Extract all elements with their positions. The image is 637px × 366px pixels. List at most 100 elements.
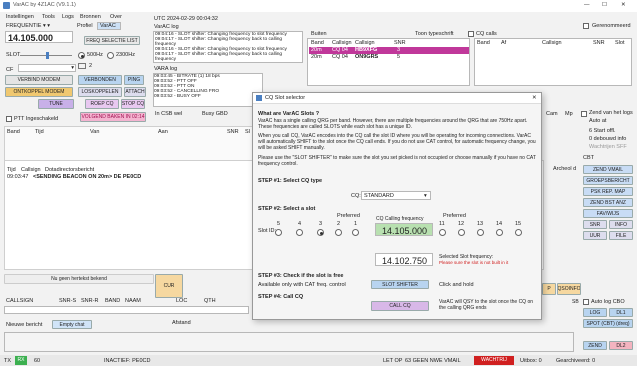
- utc-date: UTC 2024-02-29 00:04:32: [154, 16, 218, 22]
- nieuwe-bericht-label: Nieuwe bericht: [6, 322, 43, 328]
- freq-select-list-button[interactable]: FREQ SELECTIE LIST: [84, 36, 140, 45]
- step3-label: STEP #3: Check if the slot is free: [258, 273, 344, 279]
- geen-hertekst: Nu geen hertekst bekend: [4, 274, 154, 284]
- qso-input-row[interactable]: [4, 306, 249, 314]
- freq-label[interactable]: FREQUENTIE ▾ ▾: [6, 23, 50, 29]
- ptt-checkbox[interactable]: [6, 116, 12, 122]
- zend-button[interactable]: ZEND: [583, 341, 607, 350]
- menu-over[interactable]: Over: [110, 14, 122, 20]
- dl1-button[interactable]: DL1: [609, 308, 633, 317]
- close-button[interactable]: ✕: [621, 2, 626, 8]
- auto-log-checkbox[interactable]: [583, 299, 589, 305]
- zend-bst-button[interactable]: ZEND BST ANZ: [583, 198, 633, 207]
- menu-bronnen[interactable]: Bronnen: [80, 14, 101, 20]
- slot-slider[interactable]: [20, 52, 72, 59]
- profiel-label: Profiel: [77, 23, 93, 29]
- slot-shifter-button[interactable]: SLOT SHIFTER: [371, 280, 429, 289]
- auto-log-label: Auto log CBO: [591, 299, 625, 305]
- volgend-baken-button[interactable]: VOLGEND BAKEN IN 02:14: [80, 112, 146, 122]
- slot-radio-13[interactable]: [477, 229, 484, 236]
- ping-button[interactable]: PING: [124, 75, 144, 85]
- cf-label: CF: [6, 67, 14, 73]
- cam-label: Cam: [546, 111, 558, 117]
- psk-rep-map-button[interactable]: PSK REP. MAP: [583, 187, 633, 196]
- p-button[interactable]: P: [542, 283, 556, 295]
- gerenommeerd-label: Gerenommeerd: [592, 23, 631, 29]
- spot-button[interactable]: SPOT (CBT) (dreq): [583, 319, 633, 328]
- vara-log: 09:03:45 - BITRATE (1) 18 bps 09:03:52 -…: [153, 73, 263, 107]
- wachtrij-badge: WACHTRIJ: [474, 356, 514, 365]
- file-button[interactable]: FILE: [609, 231, 633, 240]
- varac-log: 09:04:16 - SLOT shifter: Changing freque…: [153, 31, 303, 63]
- zend-checkbox[interactable]: [581, 111, 587, 117]
- menu-logs[interactable]: Logs: [62, 14, 74, 20]
- bw-500-label: 500Hz: [87, 52, 103, 58]
- profiel-value: VarAC: [100, 23, 116, 29]
- tx-indicator: TX: [4, 358, 12, 364]
- slot-label: SLOT: [6, 52, 21, 58]
- verbind-modem-button[interactable]: VERBIND MODEM: [5, 75, 73, 85]
- dialog-close-icon[interactable]: ✕: [532, 95, 537, 101]
- rp-item[interactable]: 6 Start offl.: [589, 128, 616, 134]
- slot-radio-1[interactable]: [352, 229, 359, 236]
- tune-button[interactable]: TUNE: [38, 99, 74, 109]
- cq-calls-checkbox[interactable]: [468, 31, 474, 37]
- inbox-icon[interactable]: [78, 63, 86, 69]
- menu-instellingen[interactable]: Instellingen: [6, 14, 34, 20]
- call-cq-button[interactable]: CALL CQ: [371, 301, 429, 311]
- app-icon: [3, 2, 10, 9]
- bw-500-radio[interactable]: [78, 52, 85, 59]
- slot-radio-3[interactable]: [317, 229, 324, 236]
- preferred-right: Preferred: [443, 213, 466, 219]
- snr-button[interactable]: SNR: [583, 220, 607, 229]
- dl2-button[interactable]: DL2: [609, 341, 633, 350]
- maximize-button[interactable]: ☐: [602, 2, 607, 8]
- fav-button[interactable]: FAV/WIJS: [583, 209, 633, 218]
- dialog-titlebar: CQ Slot selector ✕: [253, 93, 541, 104]
- table-row[interactable]: 20m CQ 04 HB9XFG 3: [309, 47, 469, 54]
- freq-display[interactable]: 14.105.000: [5, 31, 73, 43]
- uur-button[interactable]: UUR: [583, 231, 607, 240]
- verbonden-button[interactable]: VERBONDEN: [78, 75, 122, 85]
- cq-freq-value: 14.105.000: [382, 226, 428, 236]
- log-button[interactable]: LOG: [583, 308, 607, 317]
- slot-radio-15[interactable]: [515, 229, 522, 236]
- cq-type-select[interactable]: STANDARD ▾: [361, 191, 431, 200]
- entry-time: 09:03:47: [7, 174, 29, 180]
- cf-dropdown[interactable]: ▾: [18, 64, 76, 72]
- minimize-button[interactable]: —: [584, 2, 590, 8]
- roep-cq-button[interactable]: ROEP CQ: [85, 99, 119, 109]
- slot-radio-12[interactable]: [458, 229, 465, 236]
- bw-2300-radio[interactable]: [107, 52, 114, 59]
- preferred-left: Preferred: [337, 213, 360, 219]
- slot-radio-2[interactable]: [335, 229, 342, 236]
- table-row[interactable]: 20m CQ 04 ON9GRS 5: [309, 54, 469, 61]
- info-button[interactable]: INFO: [609, 220, 633, 229]
- slot-radio-5[interactable]: [275, 229, 282, 236]
- slot-slider-thumb[interactable]: [46, 52, 49, 59]
- cur-button[interactable]: CUR: [155, 274, 183, 298]
- slot-id-label: Slot ID:: [258, 228, 277, 234]
- loskoppelen-button[interactable]: LOSKOPPELEN: [78, 87, 122, 97]
- groepsbericht-button[interactable]: GROEPSBERICHT: [583, 176, 633, 185]
- gerenommeerd-checkbox[interactable]: [583, 23, 589, 29]
- cq-calls-table: Band Af Callsign SNR Slot: [474, 38, 632, 86]
- profiel-select[interactable]: VarAC: [97, 22, 121, 30]
- rp-item[interactable]: Wachtrijen SFF: [589, 144, 627, 150]
- col-callsign: Callsign: [332, 40, 352, 46]
- qsoinfo-button[interactable]: QSOINFO: [557, 283, 581, 295]
- rp-item[interactable]: 0 debouwd info: [589, 136, 626, 142]
- attach-button[interactable]: ATTACH: [124, 87, 146, 97]
- slot-radio-11[interactable]: [439, 229, 446, 236]
- slot-radio-14[interactable]: [496, 229, 503, 236]
- vara-log-label: VARA log: [154, 66, 178, 72]
- empty-chat-button[interactable]: Empty chat: [52, 320, 92, 329]
- slot-radio-4[interactable]: [296, 229, 303, 236]
- stop-cq-button[interactable]: STOP CQ: [121, 99, 145, 109]
- message-input[interactable]: [4, 332, 574, 352]
- menu-tools[interactable]: Tools: [42, 14, 55, 20]
- cq-calls-label: CQ calls: [476, 31, 497, 37]
- zend-vmail-button[interactable]: ZEND VMAIL: [583, 165, 633, 174]
- ontkoppel-modem-button[interactable]: ONTKOPPEL MODEM: [5, 87, 73, 97]
- cq-type-label: CQ:: [351, 193, 361, 199]
